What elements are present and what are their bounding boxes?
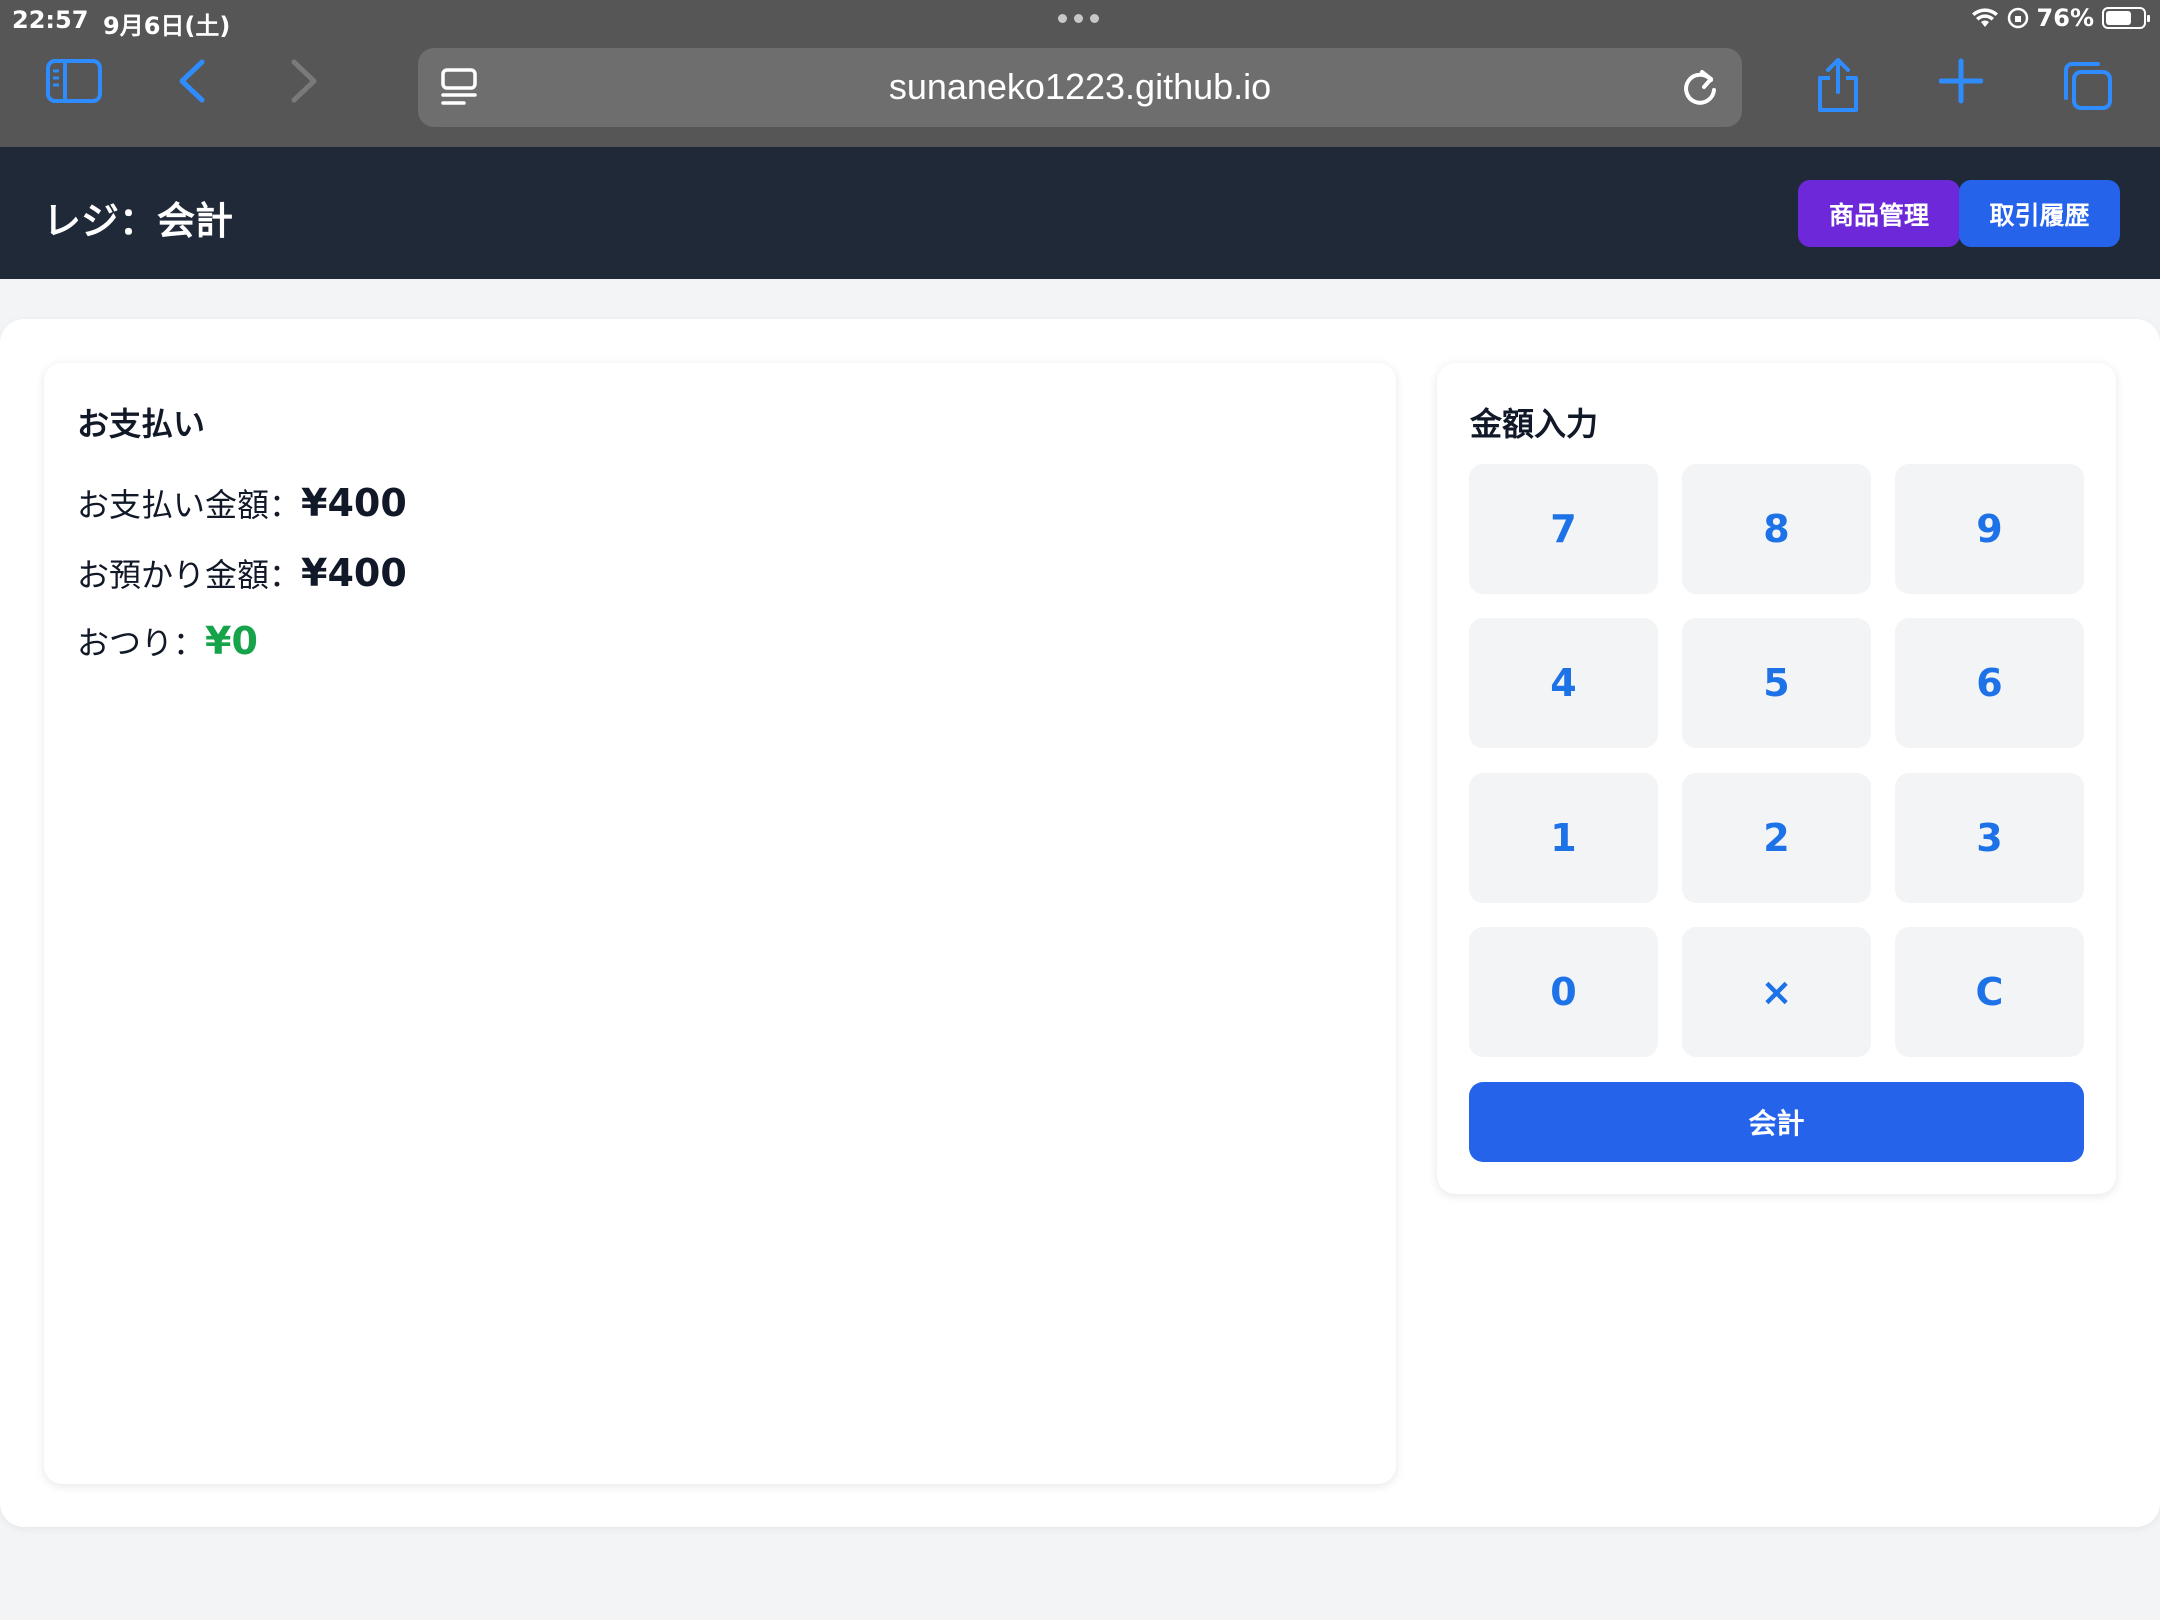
key-1[interactable]: 1	[1469, 773, 1658, 903]
back-icon[interactable]	[176, 58, 208, 104]
tabs-icon[interactable]	[2060, 60, 2114, 112]
payment-amount-row: お支払い金額： ¥400	[77, 480, 407, 526]
change-value: ¥0	[205, 619, 258, 663]
share-icon[interactable]	[1814, 56, 1862, 114]
forward-icon[interactable]	[288, 58, 320, 104]
payment-amount-value: ¥400	[301, 481, 407, 525]
status-time: 22:57	[12, 6, 89, 34]
transaction-history-button[interactable]: 取引履歴	[1959, 180, 2120, 247]
keypad-card: 金額入力 7 8 9 4 5 6 1 2 3 0 × C 会計	[1437, 363, 2116, 1194]
received-amount-row: お預かり金額： ¥400	[77, 550, 407, 596]
key-7[interactable]: 7	[1469, 464, 1658, 594]
multitasking-dots-icon[interactable]	[1058, 14, 1099, 23]
sidebar-icon[interactable]	[45, 58, 103, 104]
change-row: おつり： ¥0	[77, 618, 258, 664]
key-9[interactable]: 9	[1895, 464, 2084, 594]
orientation-lock-icon	[2007, 7, 2028, 29]
battery-percent: 76%	[2036, 4, 2094, 32]
url-text: sunaneko1223.github.io	[888, 66, 1272, 107]
key-backspace[interactable]: ×	[1682, 927, 1871, 1057]
payment-card: お支払い お支払い金額： ¥400 お預かり金額： ¥400 おつり： ¥0	[44, 363, 1396, 1484]
key-6[interactable]: 6	[1895, 618, 2084, 748]
app-header: レジ：会計 商品管理 取引履歴	[0, 147, 2160, 279]
key-clear[interactable]: C	[1895, 927, 2084, 1057]
status-date: 9月6日(土)	[103, 12, 231, 40]
keypad-title: 金額入力	[1470, 405, 1599, 443]
checkout-button[interactable]: 会計	[1469, 1082, 2084, 1162]
key-0[interactable]: 0	[1469, 927, 1658, 1057]
key-4[interactable]: 4	[1469, 618, 1658, 748]
status-indicators: 76%	[1971, 4, 2150, 32]
browser-chrome: 22:57 9月6日(土) 76% sunaneko1223.github.io	[0, 0, 2160, 147]
key-8[interactable]: 8	[1682, 464, 1871, 594]
key-3[interactable]: 3	[1895, 773, 2084, 903]
main-panel: お支払い お支払い金額： ¥400 お預かり金額： ¥400 おつり： ¥0 金…	[0, 319, 2160, 1527]
received-amount-label: お預かり金額：	[77, 556, 302, 594]
change-label: おつり：	[77, 624, 206, 662]
received-amount-value: ¥400	[301, 551, 407, 595]
reload-icon[interactable]	[1680, 66, 1720, 108]
page-title: レジ：会計	[43, 199, 234, 243]
battery-icon	[2102, 7, 2150, 29]
new-tab-icon[interactable]	[1939, 58, 1983, 104]
key-2[interactable]: 2	[1682, 773, 1871, 903]
key-5[interactable]: 5	[1682, 618, 1871, 748]
address-bar[interactable]: sunaneko1223.github.io	[418, 48, 1742, 127]
wifi-icon	[1971, 8, 1998, 27]
payment-title: お支払い	[77, 405, 206, 443]
payment-amount-label: お支払い金額：	[77, 486, 302, 524]
product-management-button[interactable]: 商品管理	[1798, 180, 1960, 247]
